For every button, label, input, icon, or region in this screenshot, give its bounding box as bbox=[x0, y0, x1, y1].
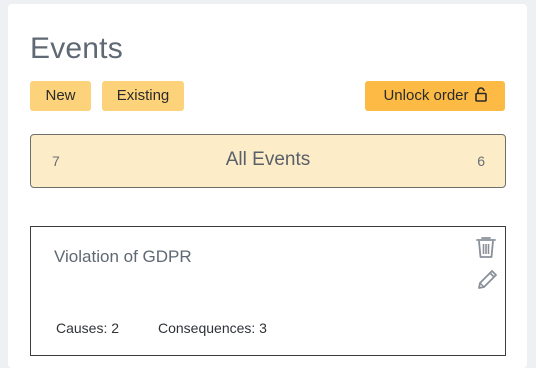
unlock-order-label: Unlock order bbox=[383, 87, 469, 104]
all-events-right-count: 6 bbox=[477, 153, 485, 169]
event-card[interactable]: Violation of GDPR Causes: 2 Consequences… bbox=[30, 226, 506, 356]
new-event-button[interactable]: New bbox=[30, 81, 91, 111]
events-panel: Events New Existing Unlock order 7 All E… bbox=[8, 4, 527, 368]
unlock-order-button[interactable]: Unlock order bbox=[365, 81, 505, 111]
all-events-bar[interactable]: 7 All Events 6 bbox=[30, 134, 506, 188]
pencil-icon[interactable] bbox=[475, 268, 499, 292]
trash-icon[interactable] bbox=[475, 235, 497, 259]
page-title: Events bbox=[30, 32, 123, 65]
causes-count: Causes: 2 bbox=[56, 320, 120, 336]
all-events-label: All Events bbox=[225, 149, 311, 170]
lock-open-icon bbox=[474, 87, 487, 104]
consequences-count: Consequences: 3 bbox=[158, 320, 267, 336]
existing-event-button[interactable]: Existing bbox=[102, 81, 184, 111]
event-name: Violation of GDPR bbox=[54, 247, 192, 266]
